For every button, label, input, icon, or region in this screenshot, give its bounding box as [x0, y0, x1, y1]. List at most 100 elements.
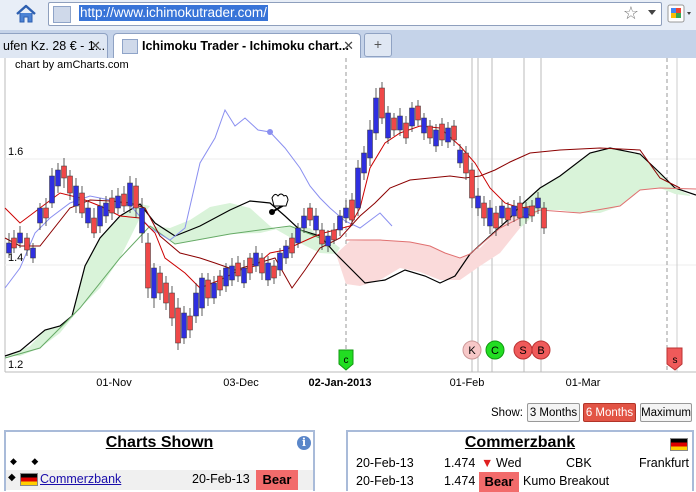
url-text[interactable]: http://www.ichimokutrader.com/ [79, 5, 268, 21]
candle-bear [109, 197, 115, 214]
candle-bear [415, 105, 421, 121]
range-3-months-button[interactable]: 3 Months [527, 403, 580, 422]
svg-text:s: s [673, 355, 678, 366]
candle-bull [337, 215, 343, 231]
candle-bear [463, 152, 469, 174]
signal-price: 1.474 [444, 474, 476, 488]
range-maximum-button[interactable]: Maximum [640, 403, 692, 422]
signal-marker-c2[interactable]: C [485, 340, 505, 360]
y-tick-label: 1.2 [8, 359, 23, 371]
signal-marker-c[interactable]: c [338, 349, 354, 371]
candle-bear [217, 275, 223, 291]
chikou-point [267, 129, 273, 135]
candle-bear [205, 279, 211, 299]
candle-bear [271, 265, 277, 279]
chikou-line [4, 108, 393, 289]
candle-bull [55, 169, 61, 187]
commerzbank-link[interactable]: Commerzbank [40, 472, 121, 486]
candle-bear [11, 237, 17, 249]
candle-bull [277, 252, 283, 271]
signal-row: 20-Feb-13 1.474 Bear Kumo Breakout [348, 472, 692, 492]
tab-close-icon[interactable]: ✕ [343, 34, 354, 58]
candle-bull [367, 129, 373, 159]
row-bullet-icon: ◆ [8, 472, 16, 483]
candle-bull [511, 205, 517, 217]
svg-text:K: K [468, 345, 476, 357]
candle-bear [24, 237, 30, 251]
tab-bar: ufen Kz. 28 € - 1... ✕ Ichimoku Trader -… [0, 30, 696, 59]
candle-bull [223, 267, 229, 287]
ichimoku-chart[interactable]: 1.6 1.4 1.2 01-Nov 03-Dec 02-Jan-2013 01… [0, 58, 696, 398]
candle-bull [433, 129, 439, 147]
candle-bull [85, 207, 91, 224]
google-search-icon[interactable] [666, 3, 694, 25]
candle-bull [523, 207, 529, 219]
candle-bull [295, 227, 301, 244]
bear-badge: Bear [256, 470, 298, 490]
candle-bear [403, 122, 409, 139]
bear-badge: Bear [479, 472, 519, 492]
chart-canvas[interactable]: 1.6 1.4 1.2 01-Nov 03-Dec 02-Jan-2013 01… [0, 58, 696, 398]
hand-cursor-icon [271, 193, 289, 207]
candle-bear [259, 257, 265, 274]
candle-bear [121, 193, 127, 207]
candle-bear [517, 202, 523, 219]
candle-bull [361, 152, 367, 174]
candle-bear [349, 199, 355, 221]
tab-close-icon[interactable]: ✕ [90, 34, 101, 58]
quote-symbol: CBK [566, 456, 592, 470]
candle-bull [313, 215, 319, 231]
candle-bull [103, 202, 109, 217]
candle-bear [469, 169, 475, 199]
candle-bear [331, 229, 337, 241]
candle-bear [247, 257, 253, 274]
tab-kz[interactable]: ufen Kz. 28 € - 1... ✕ [0, 33, 108, 58]
candle-bull [325, 235, 331, 247]
column-bullets: ◆ ◆ [10, 456, 45, 466]
candle-bull [475, 195, 481, 209]
candle-bull [385, 112, 391, 139]
candle-bull [487, 207, 493, 227]
show-label: Show: [491, 407, 523, 419]
candle-bull [199, 277, 205, 309]
stock-title: Commerzbank [464, 434, 576, 451]
candle-bear [391, 117, 397, 131]
tab-favicon-icon [122, 39, 138, 54]
new-tab-button[interactable]: + [364, 33, 392, 57]
charts-shown-row[interactable]: ◆ Commerzbank 20-Feb-13 Bear [6, 470, 313, 490]
quote-row: 20-Feb-13 1.474 ▼ Wed CBK Frankfurt [348, 456, 692, 473]
signal-marker-s2[interactable]: s [666, 347, 683, 371]
candle-bull [49, 175, 55, 204]
candle-bull [241, 267, 247, 284]
quote-price: 1.474 [444, 456, 476, 470]
candle-bull [193, 292, 199, 317]
signal-marker-s[interactable]: S [513, 340, 533, 360]
tab-ichimoku[interactable]: Ichimoku Trader - Ichimoku chart... ✕ [113, 33, 361, 59]
x-tick-label: 01-Feb [450, 377, 485, 389]
candle-bull [265, 262, 271, 281]
candle-bear [319, 229, 325, 245]
candle-bull [151, 267, 157, 299]
chart-credit[interactable]: chart by amCharts.com [15, 59, 129, 71]
info-icon[interactable]: i [297, 436, 311, 450]
range-6-months-button[interactable]: 6 Months [583, 403, 636, 422]
signal-marker-k[interactable]: K [462, 340, 482, 360]
bookmark-star-icon[interactable]: ☆ [623, 3, 639, 23]
candle-bull [535, 197, 541, 209]
down-arrow-icon: ▼ [481, 456, 494, 470]
url-dropdown-icon[interactable] [648, 10, 656, 15]
home-icon[interactable] [14, 3, 38, 25]
signal-marker-b[interactable]: B [531, 340, 551, 360]
y-tick-label: 1.6 [8, 146, 23, 158]
x-tick-label: 03-Dec [223, 377, 259, 389]
url-input[interactable]: http://www.ichimokutrader.com/ ☆ [48, 2, 662, 26]
site-favicon-icon [53, 6, 71, 23]
x-tick-label: 01-Nov [96, 377, 132, 389]
candle-bull [457, 149, 463, 164]
candle-bear [79, 192, 85, 214]
candle-bull [301, 215, 307, 229]
candle-bull [127, 182, 133, 207]
candle-bull [211, 282, 217, 299]
charts-shown-title: Charts Shown [105, 434, 214, 451]
candle-bear [187, 315, 193, 331]
